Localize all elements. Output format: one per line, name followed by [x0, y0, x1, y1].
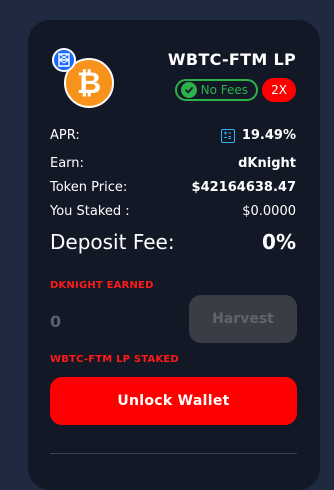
deposit-fee-value: 0% — [262, 230, 296, 254]
staked-section-label: WBTC-FTM LP STAKED — [50, 354, 179, 365]
multiplier-badge: 2X — [262, 78, 296, 102]
earned-section-label: DKNIGHT EARNED — [50, 280, 154, 291]
apr-row: APR: 19.49% — [50, 128, 296, 143]
apr-label: APR: — [50, 128, 80, 143]
divider — [50, 453, 297, 454]
fantom-icon — [52, 48, 76, 72]
badge-row: No Fees 2X — [174, 78, 296, 102]
earned-amount: 0 — [50, 312, 62, 331]
no-fees-badge: No Fees — [174, 79, 258, 101]
earn-label: Earn: — [50, 156, 84, 171]
calculator-icon[interactable] — [220, 128, 235, 143]
you-staked-row: You Staked : $0.0000 — [50, 204, 296, 219]
harvest-button[interactable]: Harvest — [189, 295, 297, 343]
you-staked-value: $0.0000 — [242, 204, 296, 219]
token-price-value: $42164638.47 — [191, 180, 296, 195]
earn-value: dKnight — [238, 156, 296, 171]
unlock-wallet-button[interactable]: Unlock Wallet — [50, 377, 297, 425]
no-fees-label: No Fees — [200, 83, 248, 97]
token-price-label: Token Price: — [50, 180, 128, 195]
earn-row: Earn: dKnight — [50, 156, 296, 171]
apr-value: 19.49% — [241, 128, 296, 143]
token-pair-icons: ₿ — [50, 44, 118, 112]
deposit-fee-row: Deposit Fee: 0% — [50, 230, 296, 254]
farm-title: WBTC-FTM LP — [167, 50, 296, 69]
check-icon — [180, 82, 197, 98]
farm-card: ₿ WBTC-FTM LP No Fees 2X APR: 19.49% Ear… — [28, 20, 320, 490]
token-price-row: Token Price: $42164638.47 — [50, 180, 296, 195]
deposit-fee-label: Deposit Fee: — [50, 230, 175, 254]
you-staked-label: You Staked : — [50, 204, 130, 219]
